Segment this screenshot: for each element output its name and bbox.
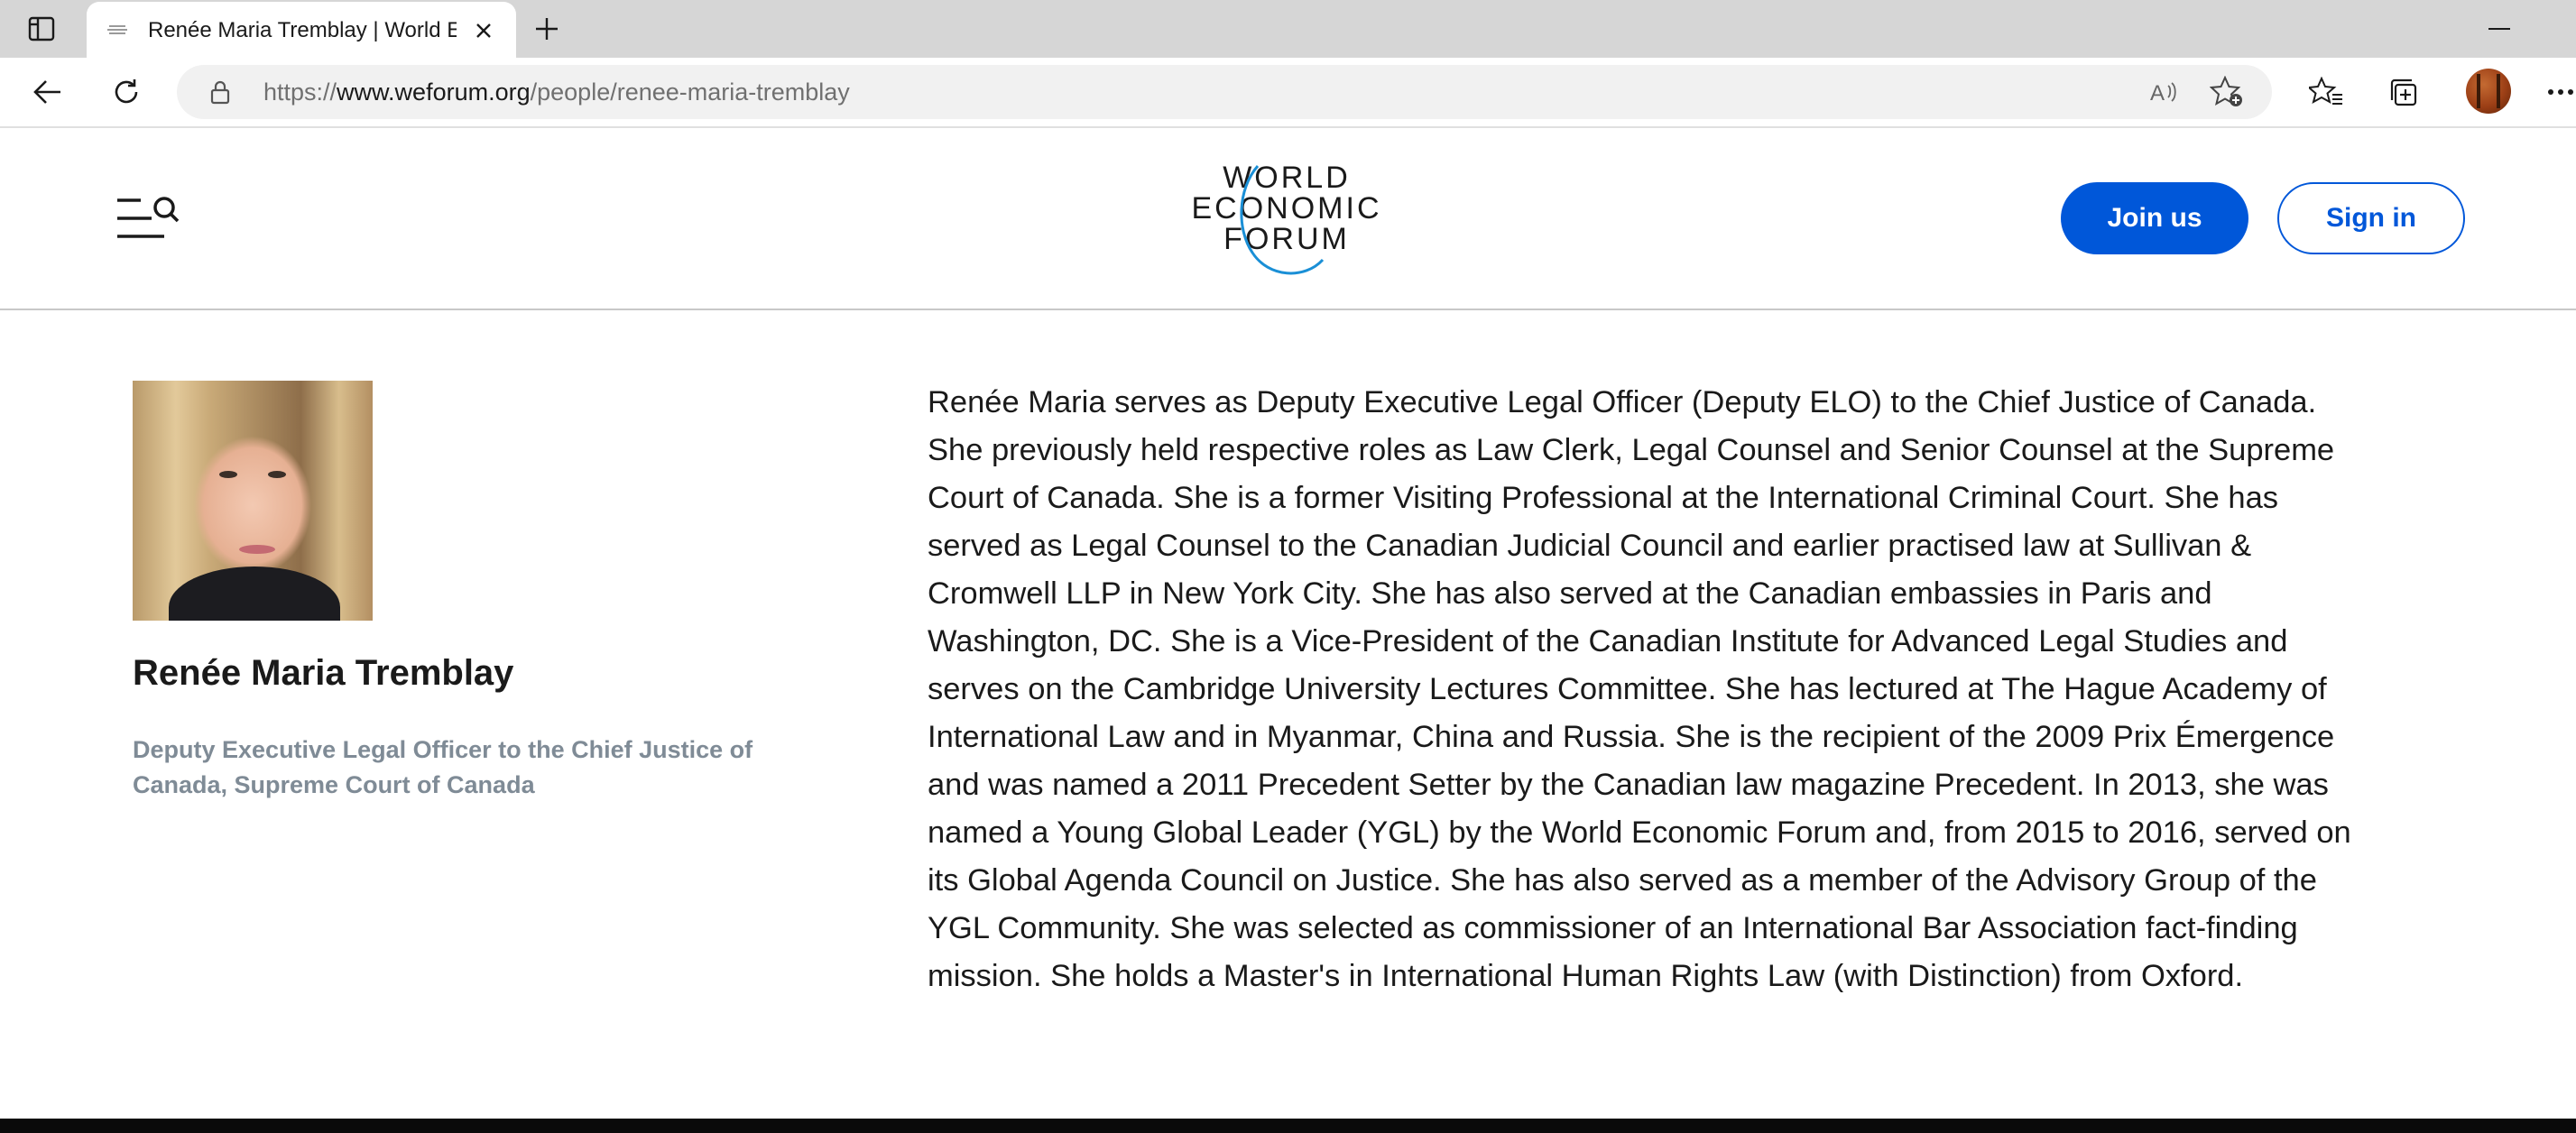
url-host: www.weforum.org	[337, 78, 531, 106]
bio-line: mission. She holds a Master's in Interna…	[928, 959, 2244, 993]
profile-name: Renée Maria Tremblay	[133, 653, 514, 693]
tab-actions-icon[interactable]	[22, 13, 61, 45]
photo-detail	[219, 471, 237, 478]
url-text[interactable]: https://www.weforum.org/people/renee-mar…	[263, 65, 850, 119]
bio-line: YGL Community. She was selected as commi…	[928, 911, 2298, 945]
wef-favicon-icon	[105, 20, 130, 40]
footer-band	[0, 1119, 2576, 1133]
logo-arc-icon	[1240, 165, 1325, 275]
sign-in-button[interactable]: Sign in	[2277, 182, 2465, 254]
browser-toolbar: https://www.weforum.org/people/renee-mar…	[0, 58, 2576, 128]
photo-detail	[239, 545, 275, 554]
address-bar[interactable]: https://www.weforum.org/people/renee-mar…	[177, 65, 2272, 119]
bio-line: She previously held respective roles as …	[928, 433, 2335, 467]
tab-title: Renée Maria Tremblay | World Ec	[148, 18, 457, 42]
refresh-icon[interactable]	[105, 72, 148, 112]
bio-line: Cromwell LLP in New York City. She has a…	[928, 576, 2212, 611]
photo-detail	[169, 566, 340, 621]
collections-icon[interactable]	[2382, 72, 2425, 112]
browser-tab-active[interactable]: Renée Maria Tremblay | World Ec	[87, 2, 516, 58]
url-prefix: https://	[263, 78, 337, 106]
bio-line: and was named a 2011 Precedent Setter by…	[928, 768, 2329, 802]
menu-search-icon[interactable]	[115, 193, 180, 244]
profile-avatar[interactable]	[2466, 69, 2511, 114]
profile-photo	[133, 381, 373, 621]
minimize-icon[interactable]	[2472, 11, 2526, 47]
lock-icon[interactable]	[206, 78, 235, 106]
svg-text:A: A	[2150, 81, 2165, 106]
url-path: /people/renee-maria-tremblay	[530, 78, 850, 106]
profile-bio: Renée Maria serves as Deputy Executive L…	[928, 379, 2461, 1000]
bio-line: International Law and in Myanmar, China …	[928, 720, 2335, 754]
bio-line: named a Young Global Leader (YGL) by the…	[928, 815, 2351, 850]
favorites-icon[interactable]	[2304, 72, 2348, 112]
star-add-icon[interactable]	[2207, 74, 2247, 110]
site-header: WORLD ECONOMIC FORUM Join us Sign in	[0, 128, 2576, 310]
bio-line: Court of Canada. She is a former Visitin…	[928, 481, 2279, 515]
read-aloud-icon[interactable]: A	[2144, 74, 2184, 110]
browser-tabstrip: Renée Maria Tremblay | World Ec	[0, 0, 2576, 58]
wef-logo[interactable]: WORLD ECONOMIC FORUM	[1187, 162, 1386, 280]
more-icon[interactable]	[2544, 72, 2576, 112]
profile-position: Deputy Executive Legal Officer to the Ch…	[133, 736, 753, 798]
bio-line: serves on the Cambridge University Lectu…	[928, 672, 2327, 706]
bio-line: Renée Maria serves as Deputy Executive L…	[928, 385, 2317, 419]
close-icon[interactable]	[467, 14, 500, 47]
join-us-button[interactable]: Join us	[2061, 182, 2248, 254]
back-arrow-icon[interactable]	[25, 72, 69, 112]
bio-line: its Global Agenda Council on Justice. Sh…	[928, 863, 2317, 898]
plus-icon[interactable]	[527, 11, 567, 47]
bio-line: served as Legal Counsel to the Canadian …	[928, 529, 2252, 563]
photo-detail	[268, 471, 286, 478]
bio-line: Washington, DC. She is a Vice-President …	[928, 624, 2288, 659]
